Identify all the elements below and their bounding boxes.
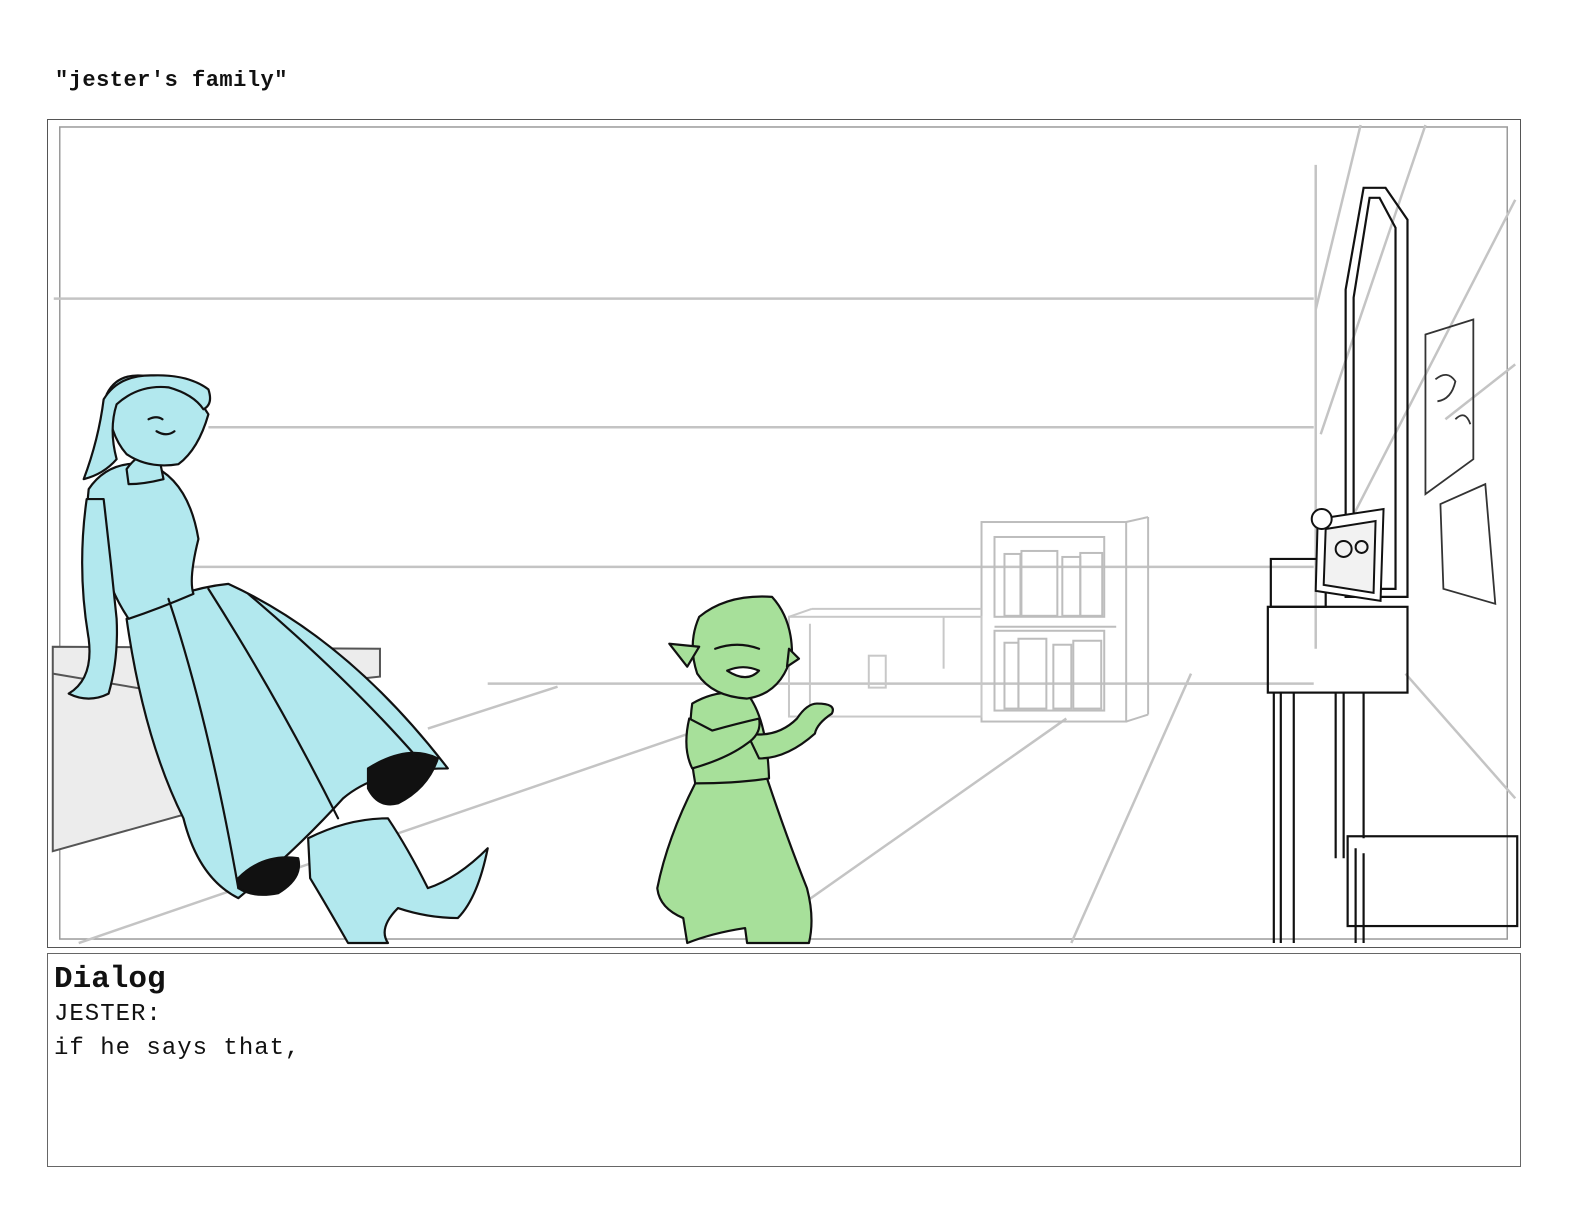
bookshelf xyxy=(980,516,1150,723)
page-title: "jester's family" xyxy=(55,68,288,93)
wall-posters xyxy=(1424,318,1497,606)
panel-illustration xyxy=(51,124,1519,945)
photo-frame xyxy=(1310,507,1385,602)
green-character xyxy=(656,595,834,945)
dialog-box: Dialog JESTER: if he says that, xyxy=(47,953,1521,1167)
storyboard-panel xyxy=(47,119,1521,948)
dialog-speaker: JESTER: xyxy=(54,1001,162,1028)
dresser xyxy=(1266,557,1519,944)
dialog-heading: Dialog xyxy=(54,962,166,997)
dialog-text: if he says that, xyxy=(54,1035,301,1062)
low-cabinet xyxy=(787,607,983,718)
